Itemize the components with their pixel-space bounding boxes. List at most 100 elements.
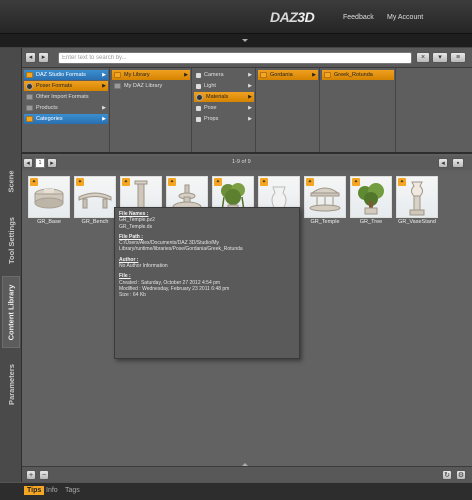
clear-search-button[interactable]: ×: [416, 52, 430, 63]
item-props[interactable]: Props ▶: [194, 114, 254, 124]
side-tab-strip: Scene Tool Settings Content Library Para…: [0, 48, 22, 500]
view-mode-button[interactable]: ▪: [452, 158, 464, 168]
folder-icon: [26, 72, 33, 78]
item-poser-formats[interactable]: Poser Formats ▶: [24, 81, 108, 91]
item-my-library[interactable]: My Library ▶: [112, 70, 190, 80]
pose-badge-icon: ✦: [352, 178, 360, 186]
file-info-tooltip: File Names : GR_Temple.pz2 GR_Temple.ds …: [114, 207, 300, 359]
item-label: Gordania: [270, 72, 293, 78]
item-products[interactable]: Products ▶: [24, 103, 108, 113]
thumbnail-item[interactable]: ✦ GR_VaseStand: [396, 176, 438, 226]
pose-badge-icon: ✦: [214, 178, 222, 186]
column-types: Camera ▶ Light ▶ Materials ▶ Pose ▶ Props ▶: [192, 68, 256, 152]
settings-button[interactable]: ⚙: [456, 470, 466, 480]
next-page-button[interactable]: ▸: [47, 158, 57, 168]
thumbnail-label: GR_Tree: [359, 219, 383, 225]
bottom-toolbar: + − ↻ ⚙: [22, 463, 472, 482]
thumbnail-item[interactable]: ✦ GR_Tree: [350, 176, 392, 226]
tooltip-file-path: Library/runtime/libraries/Pose/Gordania/…: [119, 246, 243, 253]
chevron-right-icon: ▶: [248, 94, 252, 100]
item-label: Greek_Rotunda: [334, 72, 373, 78]
add-button[interactable]: +: [26, 470, 36, 480]
bench-art: [78, 192, 112, 209]
column-library: My Library ▶ My DAZ Library: [110, 68, 192, 152]
logo-text: DAZ: [270, 9, 298, 25]
item-label: Materials: [206, 94, 229, 100]
chevron-right-icon: ▶: [248, 116, 252, 122]
tab-content-library[interactable]: Content Library: [2, 276, 20, 348]
tree-art: [358, 183, 384, 215]
item-label: Poser Formats: [36, 83, 73, 89]
remove-button[interactable]: −: [39, 470, 49, 480]
props-icon: [196, 116, 201, 122]
tab-scene-label: Scene: [6, 169, 16, 193]
item-label: Categories: [36, 116, 63, 122]
base-art: [34, 188, 64, 209]
thumbnail-image: ✦: [396, 176, 438, 218]
forward-button[interactable]: ▸: [38, 52, 49, 63]
feedback-link[interactable]: Feedback: [343, 14, 374, 21]
pose-icon: [196, 105, 201, 111]
menu-button[interactable]: ≡: [450, 52, 466, 63]
page-number-field[interactable]: 1: [35, 158, 45, 168]
chevron-right-icon: ▶: [102, 72, 106, 78]
tooltip-author: No Author Information: [119, 263, 168, 270]
daz3d-logo[interactable]: DAZ3D: [270, 9, 315, 25]
item-label: Other Import Formats: [36, 94, 89, 100]
search-input[interactable]: [58, 52, 412, 64]
thumbnail-label: GR_Bench: [81, 219, 109, 225]
item-label: Props: [204, 116, 219, 122]
column-gordania: Gordania ▶: [256, 68, 320, 152]
tab-parameters[interactable]: Parameters: [2, 354, 20, 414]
camera-icon: [196, 72, 201, 78]
tab-tool-settings[interactable]: Tool Settings: [2, 208, 20, 272]
chevron-right-icon: ▶: [102, 83, 106, 89]
item-pose[interactable]: Pose ▶: [194, 103, 254, 113]
item-other-import-formats[interactable]: Other Import Formats: [24, 92, 108, 102]
thumbnail-item[interactable]: ✦ GR_Base: [28, 176, 70, 226]
item-camera[interactable]: Camera ▶: [194, 70, 254, 80]
chevron-right-icon: ▶: [102, 116, 106, 122]
top-bar: DAZ3D Feedback My Account: [0, 0, 472, 34]
pose-badge-icon: ✦: [76, 178, 84, 186]
column-formats: DAZ Studio Formats ▶ Poser Formats ▶ Other…: [22, 68, 110, 152]
pose-badge-icon: ✦: [306, 178, 314, 186]
prev-page-button[interactable]: ◂: [23, 158, 33, 168]
item-categories[interactable]: Categories ▶: [24, 114, 108, 124]
item-label: Pose: [204, 105, 217, 111]
thumbnail-item[interactable]: ✦ GR_Bench: [74, 176, 116, 226]
item-greek-rotunda[interactable]: Greek_Rotunda: [322, 70, 394, 80]
tab-tips[interactable]: Tips: [24, 486, 45, 495]
folder-icon: [26, 105, 33, 111]
pose-badge-icon: ✦: [168, 178, 176, 186]
thumbnail-size-button[interactable]: ◂: [438, 158, 448, 168]
item-daz-studio-formats[interactable]: DAZ Studio Formats ▶: [24, 70, 108, 80]
expand-arrow-icon[interactable]: [242, 463, 248, 466]
pose-badge-icon: ✦: [260, 178, 268, 186]
back-button[interactable]: ◂: [25, 52, 36, 63]
tab-info[interactable]: Info: [46, 487, 58, 494]
tooltip-size: Size : 64 Kb: [119, 292, 146, 299]
thumbnail-item[interactable]: ✦ GR_Temple: [304, 176, 346, 226]
poser-icon: [26, 82, 33, 90]
item-my-daz-library[interactable]: My DAZ Library: [112, 81, 190, 91]
temple-art: [309, 187, 341, 212]
thumbnail-image: ✦: [304, 176, 346, 218]
view-options-button[interactable]: ▾: [432, 52, 448, 63]
tab-parameters-label: Parameters: [6, 363, 16, 405]
materials-icon: [196, 93, 203, 101]
tab-scene[interactable]: Scene: [2, 158, 20, 204]
item-light[interactable]: Light ▶: [194, 81, 254, 91]
collapse-arrow-icon[interactable]: [242, 39, 248, 42]
item-materials[interactable]: Materials ▶: [194, 92, 254, 102]
content-library-panel: ◂ ▸ × ▾ ≡ DAZ Studio Formats ▶ Poser Form…: [22, 48, 472, 484]
tab-tags[interactable]: Tags: [65, 487, 80, 494]
chevron-right-icon: ▶: [102, 105, 106, 111]
thumbnail-image: ✦: [74, 176, 116, 218]
refresh-button[interactable]: ↻: [442, 470, 452, 480]
thumbnail-image: ✦: [350, 176, 392, 218]
item-gordania[interactable]: Gordania ▶: [258, 70, 318, 80]
my-account-link[interactable]: My Account: [387, 14, 423, 21]
tab-tool-settings-label: Tool Settings: [6, 216, 16, 264]
pager-bar: ◂ 1 ▸ 1-9 of 9 ◂ ▪: [22, 156, 472, 170]
